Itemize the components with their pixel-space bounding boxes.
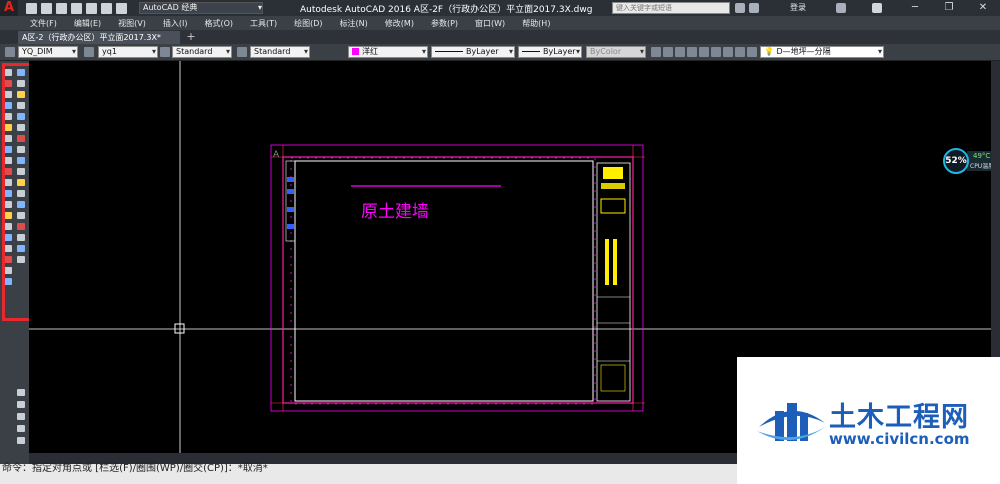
watermark-overlay: 土木工程网 www.civilcn.com (737, 357, 1000, 484)
title-block-stamp (600, 198, 626, 214)
new-file-icon[interactable] (26, 2, 37, 14)
binding-mark-1 (287, 177, 294, 182)
redo-icon[interactable] (116, 2, 127, 14)
lightbulb-icon: 💡 (764, 47, 774, 56)
linetype-select[interactable]: ByLayer (431, 46, 515, 58)
layer-unisolate-icon[interactable] (699, 47, 709, 57)
properties-toolbar: YQ_DIM yq1 Standard Standard 洋红 ByLayer … (0, 44, 1000, 61)
menu-item-9[interactable]: 参数(P) (431, 18, 458, 29)
workspace-label: AutoCAD 经典 (143, 3, 198, 12)
sheet-inner-frame (282, 156, 634, 404)
title-block-sign-table (600, 364, 626, 392)
text-style-select[interactable]: YQ_DIM (18, 46, 78, 58)
layer-previous-icon[interactable] (675, 47, 685, 57)
draworder-above-tool-icon[interactable] (17, 425, 25, 432)
multileader-style-select[interactable]: Standard (250, 46, 310, 58)
binoculars-icon[interactable] (735, 3, 745, 13)
color-select[interactable]: 洋红 (348, 46, 428, 58)
layer-state-icon[interactable] (663, 47, 673, 57)
menu-item-1[interactable]: 编辑(E) (74, 18, 101, 29)
save-as-icon[interactable] (71, 2, 82, 14)
document-tab-bar: A区-2（行政办公区）平立面2017.3X* + (0, 30, 1000, 44)
autocad-logo-icon[interactable]: A (0, 0, 18, 16)
drawing-note: 原土建墙 (361, 202, 429, 222)
title-block-logo (603, 167, 623, 179)
lineweight-sample (522, 51, 540, 52)
menu-item-7[interactable]: 标注(N) (340, 18, 368, 29)
sheet-corner-label: A (273, 150, 280, 160)
menu-item-11[interactable]: 帮助(H) (522, 18, 550, 29)
binding-mark-3 (287, 207, 294, 212)
binding-mark-4 (287, 224, 294, 229)
civil-building-logo-icon (757, 403, 825, 441)
title-block-project-name (605, 239, 609, 285)
table-style-select[interactable]: Standard (172, 46, 232, 58)
close-icon[interactable]: ✕ (966, 0, 1000, 16)
title-block-drawing-name (613, 239, 617, 285)
watermark-title: 土木工程网 (829, 402, 969, 433)
menu-item-2[interactable]: 视图(V) (118, 18, 146, 29)
draworder-below-tool-icon[interactable] (17, 437, 25, 444)
magenta-swatch-icon (352, 48, 359, 55)
help-icon[interactable] (872, 3, 882, 13)
watermark-url: www.civilcn.com (829, 430, 970, 448)
pickbox (174, 323, 185, 334)
tab-document[interactable]: A区-2（行政办公区）平立面2017.3X* (18, 31, 180, 44)
draworder-back-tool-icon[interactable] (17, 413, 25, 420)
workspace-selector[interactable]: AutoCAD 经典 ▾ (139, 2, 263, 14)
command-history-text: 命令：指定对角点或 [栏选(F)/圈围(WP)/圈交(CP)]：*取消* (2, 463, 268, 474)
text-style-icon[interactable] (5, 47, 15, 57)
linetype-sample (435, 51, 463, 52)
title-block-header (601, 183, 625, 189)
layer-properties-icon[interactable] (651, 47, 661, 57)
sheet-outer-frame (270, 144, 644, 412)
layer-select[interactable]: 💡 D—地坪—分隔 (760, 46, 884, 58)
layer-isolate-icon[interactable] (687, 47, 697, 57)
search-input[interactable]: 键入关键字或短语 (612, 2, 730, 14)
user-icon[interactable] (749, 3, 759, 13)
lineweight-select[interactable]: ByLayer (518, 46, 582, 58)
menu-bar: 文件(F) 编辑(E) 视图(V) 插入(I) 格式(O) 工具(T) 绘图(D) 标注(N)… (0, 16, 1000, 30)
cpu-temperature: 49°C (973, 152, 991, 160)
menu-item-10[interactable]: 窗口(W) (475, 18, 505, 29)
undo-icon[interactable] (101, 2, 112, 14)
dimension-style-select[interactable]: yq1 (98, 46, 158, 58)
layer-walk-icon[interactable] (747, 47, 757, 57)
chevron-down-icon: ▾ (257, 3, 262, 12)
login-link[interactable]: 登录 (790, 2, 806, 13)
minimize-icon[interactable]: ─ (898, 0, 932, 16)
multileader-style-icon[interactable] (237, 47, 247, 57)
layer-lock-icon[interactable] (735, 47, 745, 57)
window-title: Autodesk AutoCAD 2016 A区-2F（行政办公区）平立面201… (300, 5, 593, 15)
cpu-usage: 52% (943, 148, 969, 174)
table-style-icon[interactable] (160, 47, 170, 57)
binding-mark-2 (287, 189, 294, 194)
drawing-area-frame (294, 160, 594, 402)
save-icon[interactable] (56, 2, 67, 14)
layer-freeze-icon[interactable] (711, 47, 721, 57)
plotstyle-select: ByColor (586, 46, 646, 58)
menu-item-3[interactable]: 插入(I) (163, 18, 188, 29)
new-tab-button[interactable]: + (185, 31, 197, 43)
layer-off-icon[interactable] (723, 47, 733, 57)
draworder-tool-icon[interactable] (17, 389, 25, 396)
restore-icon[interactable]: ❐ (932, 0, 966, 16)
draworder-front-tool-icon[interactable] (17, 401, 25, 408)
open-file-icon[interactable] (41, 2, 52, 14)
drawing-dash-frame (290, 157, 596, 405)
menu-item-4[interactable]: 格式(O) (204, 18, 233, 29)
menu-item-0[interactable]: 文件(F) (30, 18, 57, 29)
dimension-style-icon[interactable] (84, 47, 94, 57)
menu-item-5[interactable]: 工具(T) (250, 18, 277, 29)
exchange-icon[interactable] (836, 3, 846, 13)
menu-item-8[interactable]: 修改(M) (385, 18, 414, 29)
print-icon[interactable] (86, 2, 97, 14)
title-bar: A AutoCAD 经典 ▾ Autodesk AutoCAD 2016 A区-… (0, 0, 1000, 16)
menu-item-6[interactable]: 绘图(D) (294, 18, 322, 29)
